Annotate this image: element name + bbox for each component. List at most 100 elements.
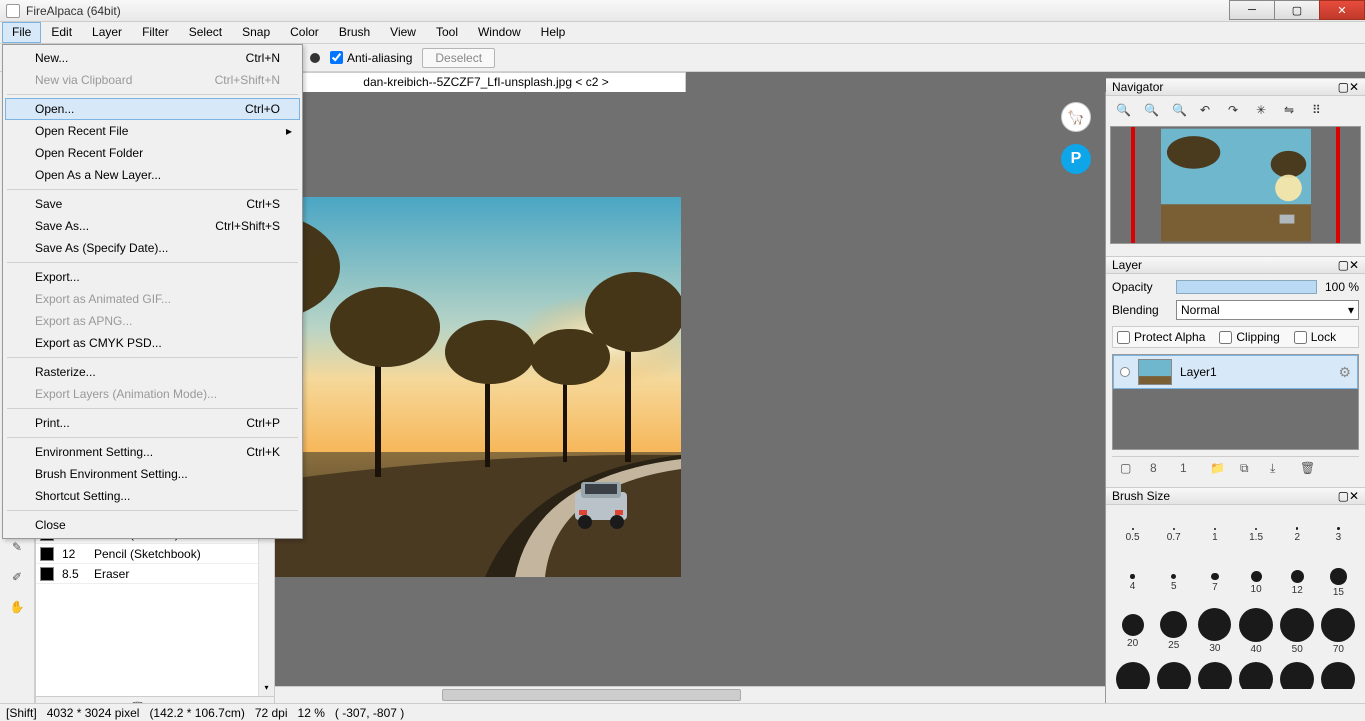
menu-brush[interactable]: Brush (329, 22, 380, 43)
visibility-toggle[interactable] (1120, 367, 1130, 377)
menu-item[interactable]: New...Ctrl+N (5, 47, 300, 69)
file-menu-dropdown: New...Ctrl+NNew via ClipboardCtrl+Shift+… (2, 44, 303, 539)
new-layer-icon[interactable]: ▢ (1120, 461, 1136, 477)
brush-size-cell[interactable]: 1 (1194, 511, 1235, 559)
brush-size-cell[interactable]: 0.5 (1112, 511, 1153, 559)
rotate-left-icon[interactable]: ↶ (1200, 103, 1216, 119)
close-button[interactable]: ✕ (1319, 0, 1365, 20)
brush-size-cell[interactable]: 3 (1318, 511, 1359, 559)
zoom-in-icon[interactable]: 🔍 (1116, 103, 1132, 119)
menu-layer[interactable]: Layer (82, 22, 132, 43)
menu-item[interactable]: Open Recent File▸ (5, 120, 300, 142)
duplicate-layer-icon[interactable]: ⧉ (1240, 461, 1256, 477)
menu-help[interactable]: Help (531, 22, 576, 43)
brush-size-cell[interactable]: 50 (1277, 607, 1318, 655)
menu-item[interactable]: Rasterize... (5, 361, 300, 383)
menu-color[interactable]: Color (280, 22, 329, 43)
menu-item[interactable]: Open...Ctrl+O (5, 98, 300, 120)
brush-size-cell[interactable]: 7 (1194, 559, 1235, 607)
brush-size-cell[interactable]: 2 (1277, 511, 1318, 559)
menu-item[interactable]: Save As (Specify Date)... (5, 237, 300, 259)
navigator-thumbnail[interactable] (1110, 126, 1361, 244)
menu-window[interactable]: Window (468, 22, 531, 43)
delete-layer-icon[interactable]: 🗑 (1300, 461, 1316, 477)
lock-checkbox[interactable]: Lock (1294, 330, 1336, 344)
brush-size-cell[interactable] (1194, 655, 1235, 689)
menu-item[interactable]: Export as CMYK PSD... (5, 332, 300, 354)
new-folder-icon[interactable]: 📁 (1210, 461, 1226, 477)
brush-size-cell[interactable] (1318, 655, 1359, 689)
brush-size-cell[interactable]: 10 (1236, 559, 1277, 607)
hand-tool-icon[interactable]: ✋ (7, 597, 27, 617)
rotate-right-icon[interactable]: ↷ (1228, 103, 1244, 119)
menu-item[interactable]: Shortcut Setting... (5, 485, 300, 507)
gear-icon[interactable]: ⚙ (1338, 364, 1351, 381)
menu-edit[interactable]: Edit (41, 22, 82, 43)
brush-size-cell[interactable] (1153, 655, 1194, 689)
antialias-checkbox[interactable]: Anti-aliasing (330, 51, 412, 65)
flip-icon[interactable]: ⇋ (1284, 103, 1300, 119)
brush-size-cell[interactable]: 4 (1112, 559, 1153, 607)
new-1bit-icon[interactable]: 1 (1180, 461, 1196, 477)
brush-size-cell[interactable]: 0.7 (1153, 511, 1194, 559)
brush-tool-icon[interactable]: ✎ (7, 537, 27, 557)
menu-item[interactable]: Open As a New Layer... (5, 164, 300, 186)
brush-size-cell[interactable] (1236, 655, 1277, 689)
opacity-slider[interactable] (1176, 280, 1317, 294)
close-icon[interactable]: ✕ (1349, 258, 1359, 272)
maximize-button[interactable]: ▢ (1274, 0, 1320, 20)
fill-color-swatch[interactable] (310, 53, 320, 63)
new-8bit-icon[interactable]: 8 (1150, 461, 1166, 477)
protect-alpha-checkbox[interactable]: Protect Alpha (1117, 330, 1205, 344)
brush-size-cell[interactable]: 30 (1194, 607, 1235, 655)
document-tab[interactable]: dan-kreibich--5ZCZF7_LfI-unsplash.jpg < … (286, 72, 686, 92)
blending-select[interactable]: Normal▾ (1176, 300, 1359, 320)
brush-size-cell[interactable]: 15 (1318, 559, 1359, 607)
dots-icon[interactable]: ⠿ (1312, 103, 1328, 119)
menu-item[interactable]: Environment Setting...Ctrl+K (5, 441, 300, 463)
undock-icon[interactable]: ▢ (1338, 258, 1349, 272)
menu-tool[interactable]: Tool (426, 22, 468, 43)
brush-row[interactable]: 12Pencil (Sketchbook) (36, 544, 274, 564)
brush-size-cell[interactable] (1277, 655, 1318, 689)
menu-item[interactable]: Print...Ctrl+P (5, 412, 300, 434)
brush-size-cell[interactable]: 5 (1153, 559, 1194, 607)
merge-down-icon[interactable]: ⤓ (1270, 461, 1286, 477)
brush-size-cell[interactable]: 70 (1318, 607, 1359, 655)
p-icon[interactable]: P (1061, 144, 1091, 174)
brush-row[interactable]: 8.5Eraser (36, 564, 274, 584)
menu-item[interactable]: SaveCtrl+S (5, 193, 300, 215)
menu-item[interactable]: Save As...Ctrl+Shift+S (5, 215, 300, 237)
eyedropper-tool-icon[interactable]: ✐ (7, 567, 27, 587)
menu-file[interactable]: File (2, 22, 41, 43)
opacity-label: Opacity (1112, 280, 1168, 294)
deselect-button[interactable]: Deselect (422, 48, 495, 68)
layer-item[interactable]: Layer1 ⚙ (1113, 355, 1358, 389)
brush-size-cell[interactable]: 20 (1112, 607, 1153, 655)
menu-item[interactable]: Close (5, 514, 300, 536)
zoom-out-icon[interactable]: 🔍 (1144, 103, 1160, 119)
menu-view[interactable]: View (380, 22, 426, 43)
menu-item[interactable]: Brush Environment Setting... (5, 463, 300, 485)
close-icon[interactable]: ✕ (1349, 489, 1359, 503)
brush-size-cell[interactable]: 12 (1277, 559, 1318, 607)
zoom-fit-icon[interactable]: 🔍 (1172, 103, 1188, 119)
brush-size-cell[interactable] (1112, 655, 1153, 689)
menu-select[interactable]: Select (179, 22, 232, 43)
brush-size-cell[interactable]: 25 (1153, 607, 1194, 655)
menu-item: Export as APNG... (5, 310, 300, 332)
menu-item[interactable]: Open Recent Folder (5, 142, 300, 164)
menu-item[interactable]: Export... (5, 266, 300, 288)
minimize-button[interactable]: ─ (1229, 0, 1275, 20)
clipping-checkbox[interactable]: Clipping (1219, 330, 1279, 344)
reset-rotation-icon[interactable]: ✳ (1256, 103, 1272, 119)
brush-size-cell[interactable]: 40 (1236, 607, 1277, 655)
undock-icon[interactable]: ▢ (1338, 80, 1349, 94)
menu-snap[interactable]: Snap (232, 22, 280, 43)
brush-size-cell[interactable]: 1.5 (1236, 511, 1277, 559)
alpaca-icon[interactable]: 🦙 (1061, 102, 1091, 132)
status-hint: [Shift] (6, 706, 37, 720)
menu-filter[interactable]: Filter (132, 22, 179, 43)
close-icon[interactable]: ✕ (1349, 80, 1359, 94)
undock-icon[interactable]: ▢ (1338, 489, 1349, 503)
